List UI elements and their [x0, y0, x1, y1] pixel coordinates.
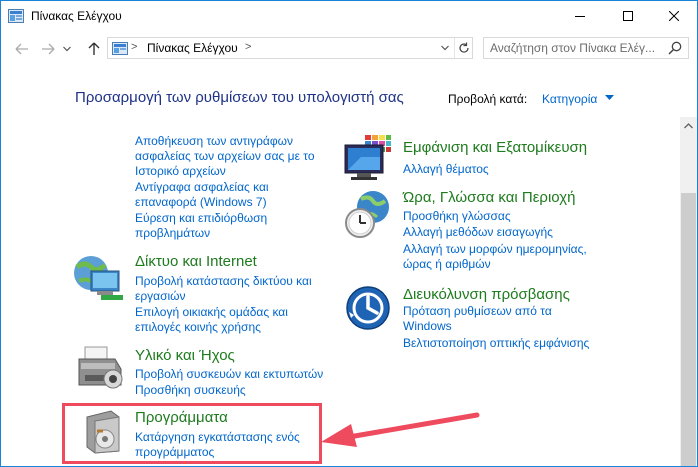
page-title: Προσαρμογή των ρυθμίσεων του υπολογιστή …	[75, 89, 404, 106]
maximize-button[interactable]	[605, 1, 651, 31]
forward-button[interactable]	[39, 40, 57, 58]
close-icon	[669, 11, 679, 21]
back-arrow-icon	[15, 43, 28, 55]
link-windows-suggest-settings[interactable]: Πρόταση ρυθμίσεων από τα	[403, 304, 552, 319]
close-button[interactable]	[651, 1, 697, 31]
link-change-theme[interactable]: Αλλαγή θέματος	[403, 162, 489, 177]
chevron-up-icon	[684, 122, 693, 128]
link-add-language[interactable]: Προσθήκη γλώσσας	[403, 209, 511, 224]
link-troubleshoot[interactable]: Εύρεση και επιδιόρθωση	[135, 211, 267, 226]
control-panel-icon	[8, 9, 24, 23]
link-troubleshoot[interactable]: προβλημάτων	[135, 226, 210, 241]
category-hardware-sound[interactable]: Υλικό και Ήχος	[135, 347, 235, 365]
search-box[interactable]	[483, 37, 689, 59]
link-backup-restore[interactable]: Αντίγραφα ασφαλείας και	[135, 180, 269, 195]
link-file-history-backup[interactable]: Ιστορικό αρχείων	[135, 164, 226, 179]
category-clock-language-region[interactable]: Ώρα, Γλώσσα και Περιοχή	[403, 189, 575, 207]
link-change-input-methods[interactable]: Αλλαγή μεθόδων εισαγωγής	[403, 225, 553, 240]
forward-arrow-icon	[42, 43, 55, 55]
control-panel-window: Πίνακας Ελέγχου > Πίνακας Ελέγχου > Αναζ…	[0, 0, 698, 467]
link-optimize-visual-display[interactable]: Βελτιστοποίηση οπτικής εμφάνισης	[403, 336, 589, 351]
annotation-arrow-icon	[321, 412, 480, 447]
back-button[interactable]	[13, 40, 31, 58]
title-bar: Πίνακας Ελέγχου	[1, 1, 697, 31]
address-box[interactable]: > Πίνακας Ελέγχου >	[107, 37, 473, 59]
clock-globe-icon	[345, 191, 389, 238]
breadcrumb-control-panel[interactable]: Πίνακας Ελέγχου	[147, 41, 238, 55]
control-panel-icon	[112, 42, 128, 55]
category-network-internet[interactable]: Δίκτυο και Internet	[135, 253, 257, 271]
maximize-icon	[623, 11, 633, 21]
minimize-icon	[575, 16, 585, 17]
link-backup-restore[interactable]: επαναφορά (Windows 7)	[135, 195, 267, 210]
link-devices-printers[interactable]: Προβολή συσκευών και εκτυπωτών	[135, 367, 323, 382]
link-windows-suggest-settings[interactable]: Windows	[403, 319, 452, 334]
highlight-box	[62, 403, 322, 464]
link-network-status[interactable]: Προβολή κατάστασης δικτύου και	[135, 274, 312, 289]
category-ease-of-access[interactable]: Διευκόλυνση πρόσβασης	[403, 286, 570, 304]
window-title: Πίνακας Ελέγχου	[31, 9, 122, 23]
link-file-history-backup[interactable]: ασφαλείας των αρχείων σας με το	[135, 149, 315, 164]
category-appearance[interactable]: Εμφάνιση και Εξατομίκευση	[403, 139, 587, 157]
breadcrumb-separator[interactable]: >	[245, 41, 251, 53]
caret-down-icon[interactable]	[605, 95, 614, 101]
view-by-label: Προβολή κατά:	[448, 92, 528, 106]
recent-locations-button[interactable]	[61, 40, 73, 58]
refresh-button[interactable]	[454, 38, 473, 58]
appearance-monitor-icon	[344, 133, 391, 180]
network-globe-icon	[74, 256, 123, 300]
search-input[interactable]	[484, 38, 664, 58]
link-file-history-backup[interactable]: Αποθήκευση των αντιγράφων	[135, 134, 293, 149]
chevron-down-icon	[441, 45, 449, 51]
view-by-dropdown[interactable]: Κατηγορία	[542, 92, 597, 106]
printer-icon	[78, 346, 123, 389]
search-icon[interactable]	[667, 40, 683, 56]
scroll-up-button[interactable]	[680, 117, 697, 134]
link-homegroup[interactable]: επιλογές κοινής χρήσης	[135, 320, 261, 335]
link-change-date-formats[interactable]: Αλλαγή των μορφών ημερομηνίας,	[403, 242, 587, 257]
address-bar-row: > Πίνακας Ελέγχου >	[1, 31, 697, 67]
breadcrumb-separator[interactable]: >	[131, 41, 137, 53]
up-button[interactable]	[85, 40, 103, 58]
chevron-down-icon	[63, 46, 71, 52]
ease-of-access-icon	[346, 286, 390, 330]
scrollbar-thumb[interactable]	[681, 193, 696, 466]
up-arrow-icon	[88, 42, 100, 55]
link-add-device[interactable]: Προσθήκη συσκευής	[135, 383, 246, 398]
minimize-button[interactable]	[557, 1, 603, 31]
address-history-button[interactable]	[438, 38, 452, 58]
link-network-status[interactable]: εργασιών	[135, 289, 186, 304]
link-homegroup[interactable]: Επιλογή οικιακής ομάδας και	[135, 305, 288, 320]
link-change-date-formats[interactable]: ώρας ή αριθμών	[403, 257, 491, 272]
vertical-scrollbar[interactable]	[680, 117, 697, 466]
refresh-icon	[459, 42, 469, 53]
